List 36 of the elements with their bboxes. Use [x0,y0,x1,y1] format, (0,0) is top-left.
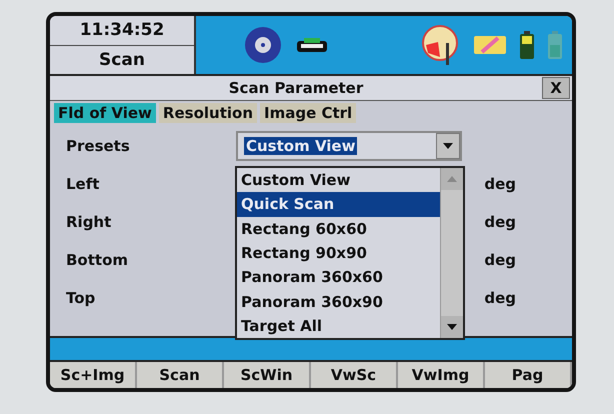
dropdown-option[interactable]: Quick Scan [237,192,440,217]
softkey[interactable]: Sc+Img [50,362,137,388]
tab[interactable]: Resolution [158,103,257,123]
field-label: Right [66,213,112,231]
tray-icon[interactable] [296,37,328,53]
dialog-title: Scan Parameter [228,79,364,97]
tab[interactable]: Fld of View [54,103,156,123]
dropdown-option[interactable]: Target All [237,314,440,338]
battery-icon[interactable] [520,31,534,59]
caret-icon [443,143,453,149]
mode-label: Scan [98,48,146,72]
presets-dropdown[interactable]: Custom View [236,131,462,161]
dropdown-option[interactable]: Panoram 360x90 [237,289,440,314]
unit-label: deg [484,175,516,193]
scroll-down-button[interactable] [441,316,463,338]
tab[interactable]: Image Ctrl [260,103,356,123]
field-label: Bottom [66,251,130,269]
scrollbar[interactable] [440,168,463,338]
dropdown-option[interactable]: Rectang 60x60 [237,216,440,241]
field-label: Presets [66,137,131,155]
dropdown-value: Custom View [244,137,358,155]
dropdown-option[interactable]: Rectang 90x90 [237,240,440,266]
unit-label: deg [484,251,516,269]
field-label: Left [66,175,100,193]
up-arrow-icon [447,176,457,182]
clock-time: 11:34:52 [50,16,194,46]
down-arrow-icon [447,324,457,330]
dropdown-option[interactable]: Custom View [237,168,440,192]
unit-label: deg [484,289,516,307]
dropdown-option[interactable]: Panoram 360x60 [237,265,440,290]
target-icon[interactable] [244,26,282,64]
dropdown-button[interactable] [436,133,460,159]
field-label: Top [66,289,96,307]
unit-label: deg [484,213,516,231]
close-button[interactable]: X [542,77,570,99]
gauge-icon[interactable] [422,25,460,65]
